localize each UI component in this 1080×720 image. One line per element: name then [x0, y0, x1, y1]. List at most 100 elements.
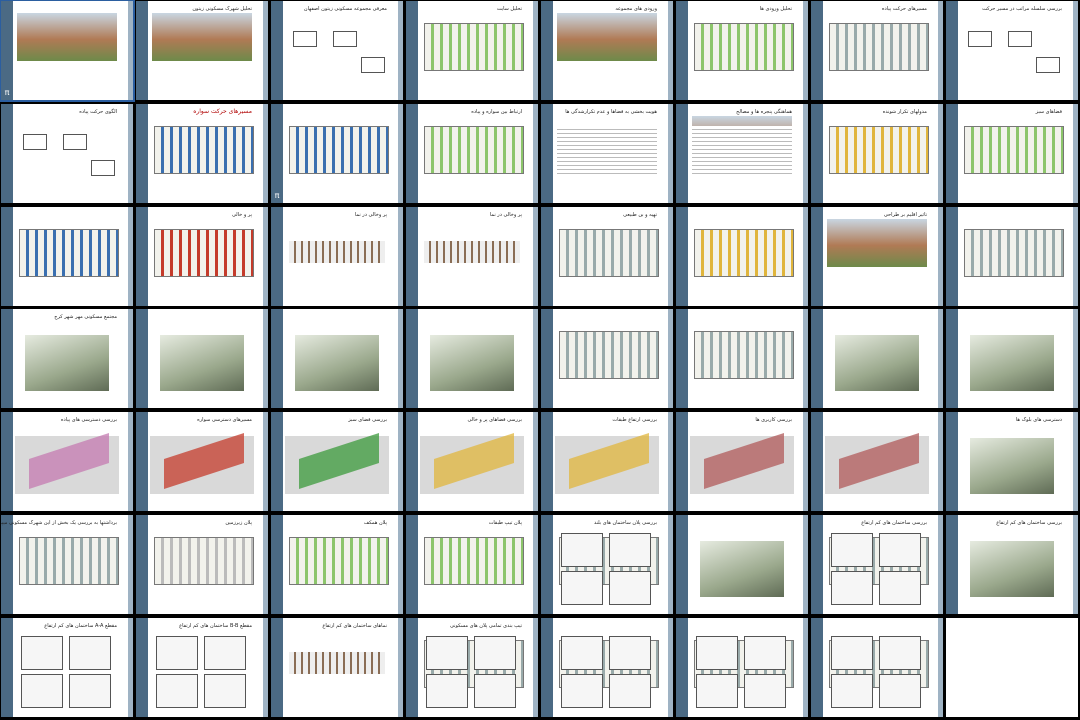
- slide-side-bar: [533, 206, 538, 306]
- slide-thumbnail[interactable]: [676, 206, 808, 306]
- slide-thumbnail[interactable]: تحلیل سایت: [406, 1, 538, 100]
- slide-side-bar: [398, 206, 403, 306]
- slide-side-bar: [136, 515, 148, 614]
- 3d-model-image: [430, 335, 514, 392]
- slide-thumbnail[interactable]: هماهنگی پنجره ها و مصالح: [676, 103, 808, 203]
- slide-title: برداشتها به بررسی یک بخش از این شهرک مسک…: [1, 520, 117, 526]
- slide-title: پر وخالی در نما: [489, 211, 522, 218]
- floor-plan-image: [964, 228, 1064, 277]
- slide-thumbnail[interactable]: پلان زیرزمین: [136, 515, 268, 614]
- slide-thumbnail[interactable]: تهیه و بن طبیعی: [541, 206, 673, 306]
- slide-thumbnail[interactable]: بررسی سلسله مراتب در مسیر حرکت: [946, 1, 1078, 100]
- plan-sketch: [696, 635, 738, 670]
- slide-thumbnail[interactable]: [946, 206, 1078, 306]
- plan-sketch: [609, 571, 651, 605]
- slide-title: ارتباط بین سواره و پیاده: [471, 108, 522, 115]
- slide-thumbnail[interactable]: مجتمع مسکونی مهر شهر کرج: [1, 309, 133, 409]
- slide-side-bar: [946, 206, 958, 306]
- slide-thumbnail[interactable]: π: [271, 103, 403, 203]
- slide-thumbnail[interactable]: الگوی حرکت پیاده: [1, 103, 133, 203]
- slide-thumbnail[interactable]: [676, 515, 808, 614]
- slide-thumbnail[interactable]: پلان تیپ طبقات: [406, 515, 538, 614]
- slide-thumbnail[interactable]: پر وخالی در نما: [271, 206, 403, 306]
- slide-thumbnail[interactable]: معرفی مجموعه مسکونی زیتون اصفهان: [271, 1, 403, 100]
- slide-thumbnail[interactable]: [946, 309, 1078, 409]
- slide-thumbnail[interactable]: [811, 617, 943, 717]
- slide-thumbnail[interactable]: برداشتها به بررسی یک بخش از این شهرک مسک…: [1, 515, 133, 614]
- slide-thumbnail[interactable]: تحلیل ورودی ها: [676, 1, 808, 100]
- slide-thumbnail[interactable]: تحلیل شهرک مسکونی زیتون: [136, 1, 268, 100]
- slide-side-bar: [803, 515, 808, 614]
- slide-thumbnail[interactable]: پلان همکف: [271, 515, 403, 614]
- slide-title: ورودی های مجموعه: [615, 6, 657, 12]
- slide-thumbnail[interactable]: مقطع B-B ساختمان های کم ارتفاع: [136, 617, 268, 717]
- slide-title: پر وخالی در نما: [354, 211, 387, 218]
- slide-thumbnail[interactable]: π: [0, 0, 135, 102]
- slide-thumbnail[interactable]: نماهای ساختمان های کم ارتفاع: [271, 617, 403, 717]
- slide-thumbnail[interactable]: [676, 617, 808, 717]
- slide-title: پلان همکف: [363, 520, 387, 526]
- slide-thumbnail[interactable]: مسیرهای دسترسی سواره: [136, 412, 268, 512]
- floor-plan-image: [694, 331, 794, 380]
- slide-thumbnail[interactable]: [271, 309, 403, 409]
- floor-plan-image: [829, 23, 929, 71]
- slide-side-bar: [676, 1, 688, 100]
- slide-thumbnail[interactable]: [541, 617, 673, 717]
- slide-side-bar: [533, 103, 538, 203]
- plan-sketch: [831, 571, 873, 605]
- slide-side-bar: [398, 309, 403, 409]
- slide-thumbnail[interactable]: بررسی ساختمان های کم ارتفاع: [946, 515, 1078, 614]
- slide-side-bar: [811, 412, 823, 512]
- slide-side-bar: [1, 412, 13, 512]
- slide-side-bar: [1073, 1, 1078, 100]
- slide-thumbnail[interactable]: بررسی ارتفاع طبقات: [541, 412, 673, 512]
- slide-thumbnail[interactable]: ارتباط بین سواره و پیاده: [406, 103, 538, 203]
- slide-title: مسیرهای حرکت پیاده: [881, 6, 927, 12]
- slide-side-bar: [811, 103, 823, 203]
- slide-thumbnail[interactable]: بررسی ساختمان های کم ارتفاع: [811, 515, 943, 614]
- plan-sketch: [426, 673, 468, 708]
- slide-thumbnail[interactable]: فضاهای سبز: [946, 103, 1078, 203]
- slide-thumbnail[interactable]: [1, 206, 133, 306]
- slide-thumbnail[interactable]: بررسی کاربری ها: [676, 412, 808, 512]
- floor-plan-image: [829, 125, 929, 174]
- slide-thumbnail[interactable]: مسیرهای حرکت پیاده: [811, 1, 943, 100]
- slide-thumbnail[interactable]: [541, 309, 673, 409]
- slide-side-bar: [541, 206, 553, 306]
- slide-thumbnail[interactable]: [406, 309, 538, 409]
- slide-side-bar: [668, 309, 673, 409]
- slide-side-bar: [541, 1, 553, 100]
- slide-thumbnail[interactable]: بررسی پلان ساختمان های بلند: [541, 515, 673, 614]
- slide-thumbnail[interactable]: بررسی فضای سبز: [271, 412, 403, 512]
- slide-thumbnail[interactable]: بررسی فضاهای پر و خالی: [406, 412, 538, 512]
- slide-side-bar: [263, 309, 268, 409]
- slide-thumbnail[interactable]: مسیرهای حرکت سواره: [136, 103, 268, 203]
- slide-thumbnail[interactable]: [946, 617, 1078, 717]
- slide-thumbnail[interactable]: دسترسی های بلوک ها: [946, 412, 1078, 512]
- slide-thumbnail[interactable]: بررسی دسترسی های پیاده: [1, 412, 133, 512]
- slide-side-bar: [136, 1, 148, 100]
- slide-thumbnail[interactable]: مقطع A-A ساختمان های کم ارتفاع: [1, 617, 133, 717]
- slide-thumbnail[interactable]: ورودی های مجموعه: [541, 1, 673, 100]
- slide-thumbnail[interactable]: [811, 412, 943, 512]
- slide-side-bar: [136, 103, 148, 203]
- slide-thumbnail[interactable]: تاثیر اقلیم بر طراحی: [811, 206, 943, 306]
- elevation-drawing: [424, 240, 520, 263]
- slide-thumbnail[interactable]: هویت بخشی به فضاها و عدم تکرارشدگی ها: [541, 103, 673, 203]
- slide-thumbnail[interactable]: [811, 309, 943, 409]
- diagram-box: [333, 31, 357, 47]
- 3d-model-image: [970, 541, 1054, 597]
- slide-thumbnail[interactable]: [136, 309, 268, 409]
- slide-thumbnail[interactable]: [676, 309, 808, 409]
- slide-thumbnail[interactable]: پر و خالی: [136, 206, 268, 306]
- slide-side-bar: [811, 617, 823, 717]
- slide-title: تحلیل سایت: [496, 6, 522, 12]
- slide-side-bar: [1073, 412, 1078, 512]
- slide-thumbnail[interactable]: تیپ بندی تمامی پلان های مسکونی: [406, 617, 538, 717]
- slide-thumbnail[interactable]: پر وخالی در نما: [406, 206, 538, 306]
- slide-side-bar: [271, 206, 283, 306]
- slide-side-bar: [676, 617, 688, 717]
- slide-side-bar: [541, 309, 553, 409]
- plan-sketch: [21, 635, 63, 670]
- slide-thumbnail[interactable]: مدولهای تکرار شونده: [811, 103, 943, 203]
